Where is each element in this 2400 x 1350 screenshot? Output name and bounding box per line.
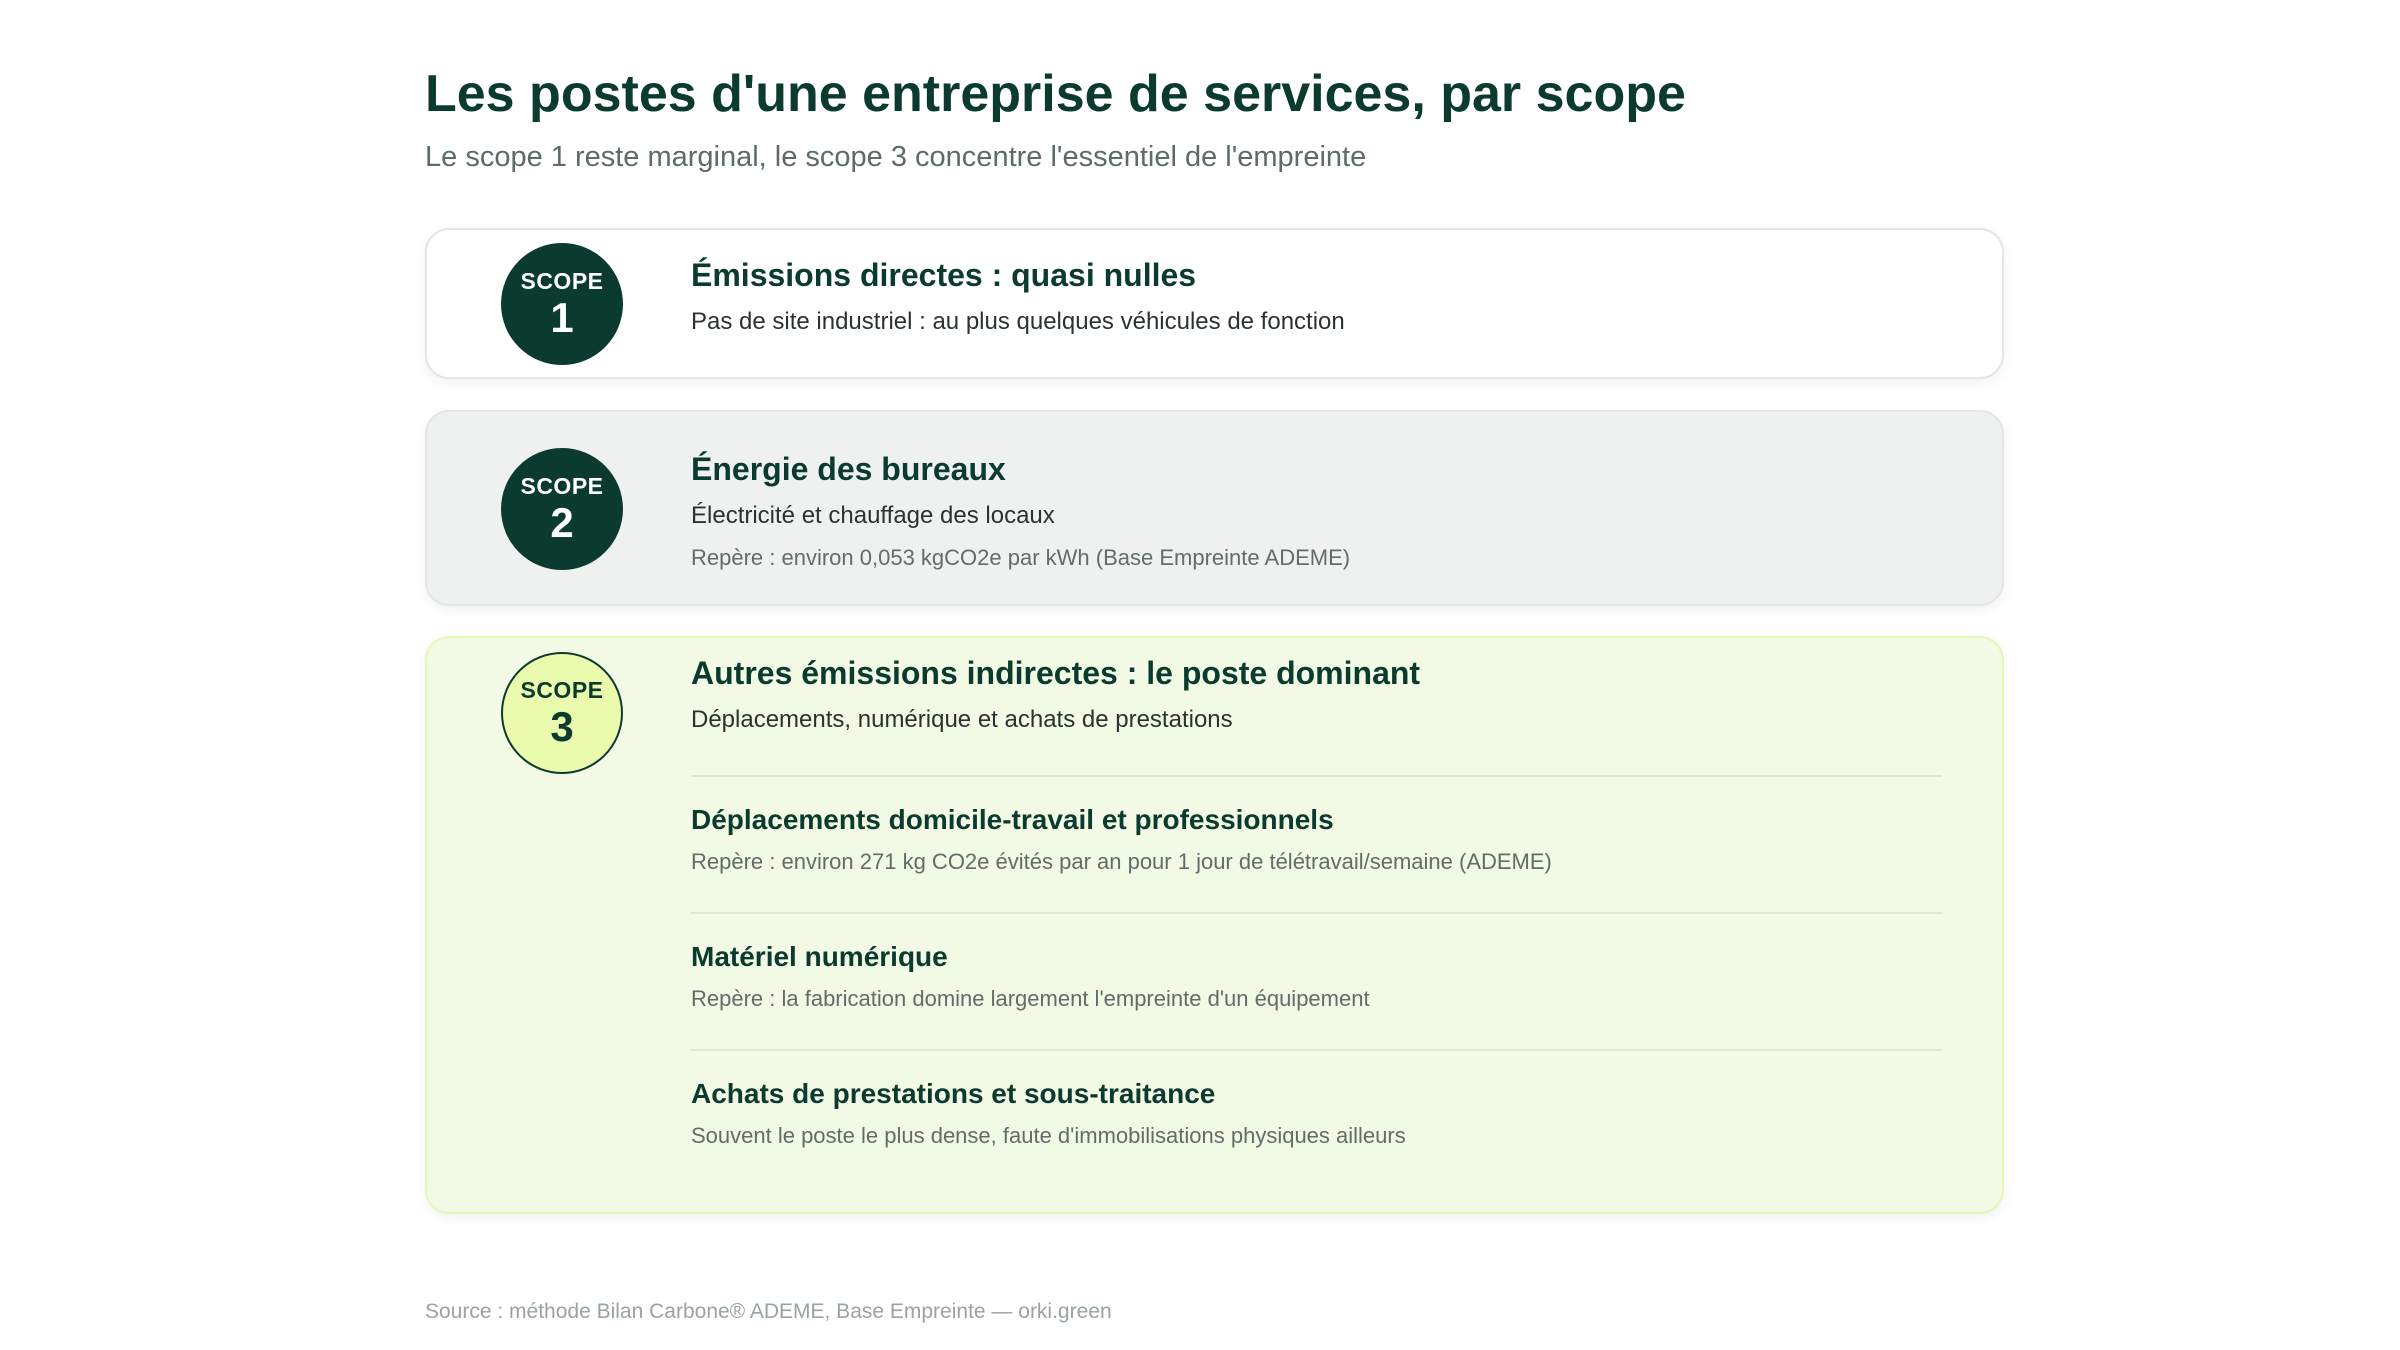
scope-badge-number: 3 (550, 702, 574, 750)
scope-badge-number: 2 (550, 498, 574, 546)
scope-2-card: SCOPE 2 Énergie des bureaux Électricité … (425, 410, 2004, 606)
scope-badge-number: 1 (550, 293, 574, 341)
scope-1-badge: SCOPE 1 (501, 243, 623, 365)
scope-2-badge: SCOPE 2 (501, 448, 623, 570)
scope-3-card: SCOPE 3 Autres émissions indirectes : le… (425, 636, 2004, 1214)
scope-2-reference: Repère : environ 0,053 kgCO2e par kWh (B… (691, 545, 1351, 571)
scope-3-item-title: Achats de prestations et sous-traitance (691, 1078, 1216, 1109)
page-subtitle: Le scope 1 reste marginal, le scope 3 co… (425, 141, 1367, 173)
scope-3-item-detail: Repère : environ 271 kg CO2e évités par … (691, 848, 1552, 874)
scope-3-item-title: Déplacements domicile-travail et profess… (691, 804, 1334, 835)
scope-badge-word: SCOPE (520, 267, 604, 294)
scope-3-item-digital: Matériel numérique Repère : la fabricati… (691, 912, 1942, 1012)
scope-1-content: Émissions directes : quasi nulles Pas de… (691, 256, 1942, 337)
scope-1-description: Pas de site industriel : au plus quelque… (691, 308, 1345, 336)
scope-1-heading: Émissions directes : quasi nulles (691, 257, 1197, 293)
scope-1-card: SCOPE 1 Émissions directes : quasi nulle… (425, 228, 2004, 379)
source-note: Source : méthode Bilan Carbone® ADEME, B… (425, 1300, 1112, 1323)
scope-3-item-detail: Repère : la fabrication domine largement… (691, 985, 1370, 1011)
scope-2-content: Énergie des bureaux Électricité et chauf… (691, 450, 1942, 572)
scope-3-item-purchases: Achats de prestations et sous-traitance … (691, 1049, 1942, 1149)
scope-2-description: Électricité et chauffage des locaux (691, 502, 1055, 530)
scope-2-heading: Énergie des bureaux (691, 451, 1006, 487)
scope-badge-word: SCOPE (520, 472, 604, 499)
scope-3-heading: Autres émissions indirectes : le poste d… (691, 655, 1421, 691)
scope-3-description: Déplacements, numérique et achats de pre… (691, 706, 1233, 734)
scope-badge-word: SCOPE (520, 676, 604, 703)
scope-3-item-title: Matériel numérique (691, 941, 948, 972)
scope-3-item-detail: Souvent le poste le plus dense, faute d'… (691, 1122, 1406, 1148)
scope-3-item-travel: Déplacements domicile-travail et profess… (691, 775, 1942, 875)
page-title: Les postes d'une entreprise de services,… (425, 65, 1686, 123)
scope-3-badge: SCOPE 3 (501, 652, 623, 774)
scope-3-content: Autres émissions indirectes : le poste d… (691, 654, 1942, 735)
